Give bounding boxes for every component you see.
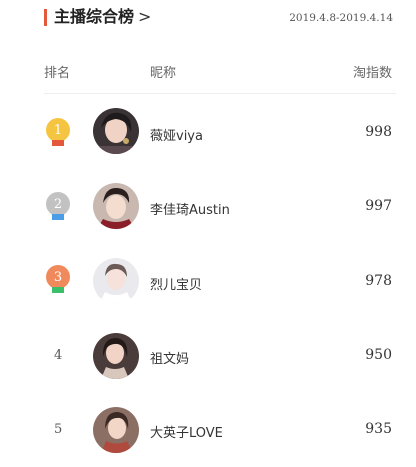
nickname[interactable]: 烈儿宝贝 xyxy=(150,274,202,293)
ranking-panel: 主播综合榜 > 2019.4.8-2019.4.14 排名 昵称 淘指数 1 薇娅… xyxy=(0,0,416,467)
table-row[interactable]: 1 薇娅viya 998 xyxy=(0,98,416,172)
table-row[interactable]: 3 烈儿宝贝 978 xyxy=(0,247,416,321)
nickname[interactable]: 李佳琦Austin xyxy=(150,199,230,218)
score: 997 xyxy=(365,198,392,214)
title-accent-bar xyxy=(44,9,47,26)
avatar[interactable] xyxy=(93,407,139,453)
rank-number: 5 xyxy=(54,422,63,437)
score: 935 xyxy=(365,421,392,437)
nickname[interactable]: 祖文妈 xyxy=(150,348,189,367)
avatar[interactable] xyxy=(93,258,139,304)
date-range: 2019.4.8-2019.4.14 xyxy=(289,12,393,24)
ranking-title-link[interactable]: 主播综合榜 > xyxy=(54,6,151,28)
column-header-nickname: 昵称 xyxy=(150,66,177,81)
gold-medal-icon: 1 xyxy=(46,118,72,152)
table-row[interactable]: 4 祖文妈 950 xyxy=(0,320,416,394)
avatar[interactable] xyxy=(93,183,139,229)
score: 978 xyxy=(365,273,392,289)
bronze-medal-icon: 3 xyxy=(46,265,72,299)
page-title[interactable]: 主播综合榜 xyxy=(54,7,134,26)
nickname[interactable]: 薇娅viya xyxy=(150,125,203,144)
score: 950 xyxy=(365,347,392,363)
table-row[interactable]: 2 李佳琦Austin 997 xyxy=(0,172,416,246)
avatar[interactable] xyxy=(93,108,139,154)
silver-medal-icon: 2 xyxy=(46,192,72,226)
avatar[interactable] xyxy=(93,333,139,379)
panel-header: 主播综合榜 > 2019.4.8-2019.4.14 xyxy=(0,0,416,40)
table-row[interactable]: 5 大英子LOVE 935 xyxy=(0,393,416,467)
chevron-right-icon[interactable]: > xyxy=(138,7,151,26)
header-divider xyxy=(44,93,396,94)
rank-number: 4 xyxy=(54,348,63,363)
column-header-rank: 排名 xyxy=(44,66,71,81)
score: 998 xyxy=(365,124,392,140)
column-header-index: 淘指数 xyxy=(352,66,392,81)
nickname[interactable]: 大英子LOVE xyxy=(150,422,223,441)
